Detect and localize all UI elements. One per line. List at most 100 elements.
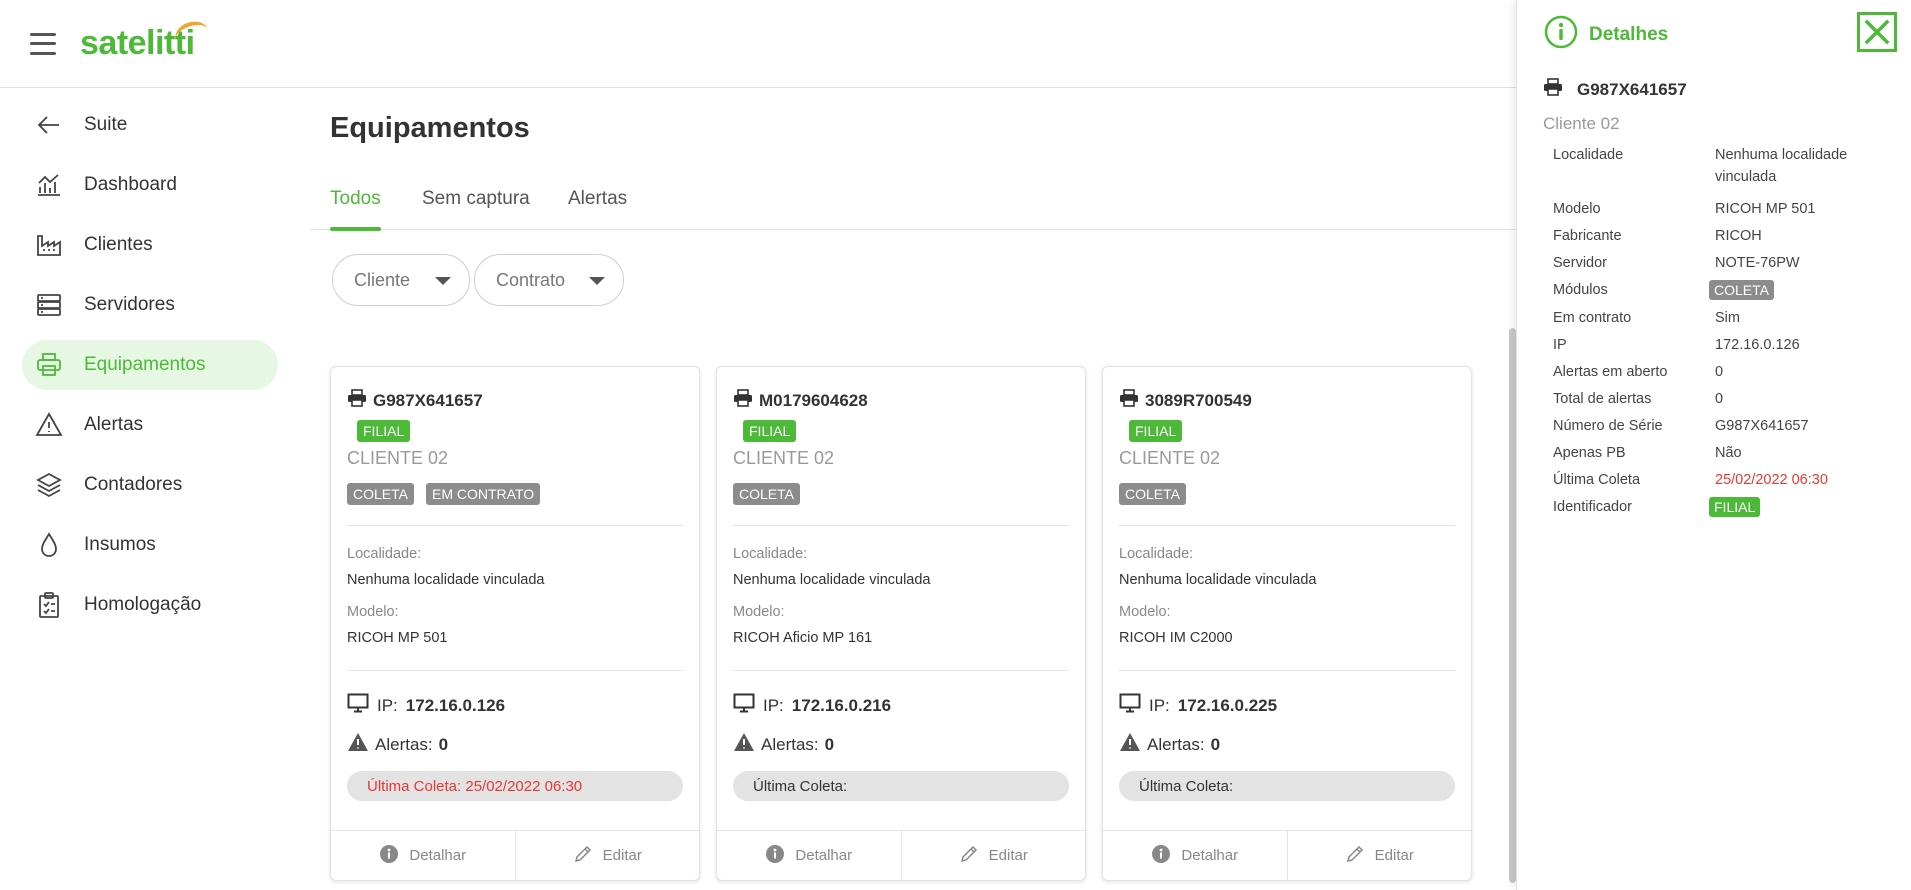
vertical-scrollbar[interactable] [1509, 328, 1516, 883]
identifier-badge: FILIAL [357, 420, 411, 442]
model-value: RICOH Aficio MP 161 [733, 630, 873, 646]
detail-row: Identificador FILIAL [1553, 496, 1893, 519]
close-panel-button[interactable] [1857, 12, 1897, 52]
sidebar-item-insumos[interactable]: Insumos [22, 520, 278, 570]
caret-down-icon [589, 277, 605, 285]
clipboard-icon [34, 590, 64, 620]
detail-key: Apenas PB [1553, 445, 1626, 461]
ip-line: IP: 172.16.0.126 [347, 693, 683, 718]
detail-row: Modelo RICOH MP 501 [1553, 198, 1893, 220]
ip-label: IP: [763, 695, 784, 715]
sidebar-item-label: Alertas [84, 414, 144, 435]
detail-key: Servidor [1553, 255, 1607, 271]
detail-value: 172.16.0.126 [1715, 337, 1800, 353]
contract-filter-dropdown[interactable]: Contrato [474, 254, 624, 306]
detail-key: Módulos [1553, 282, 1608, 298]
sidebar-item-clientes[interactable]: Clientes [22, 220, 278, 270]
card-tags: COLETA [1119, 483, 1455, 505]
model-label: Modelo: [347, 604, 399, 620]
detail-row: Servidor NOTE-76PW [1553, 252, 1893, 274]
tab-alertas[interactable]: Alertas [568, 188, 627, 230]
hamburger-menu-icon[interactable] [30, 32, 56, 55]
client-filter-dropdown[interactable]: Cliente [332, 254, 470, 306]
alerts-line: Alertas: 0 [347, 732, 683, 757]
app-root: satelitti Suite Dashboard Clientes Servidor… [0, 0, 1911, 890]
edit-button[interactable]: Editar [1286, 831, 1472, 880]
equipment-card[interactable]: 3089R700549 FILIAL CLIENTE 02 COLETA Localid… [1102, 366, 1472, 881]
warning-icon [347, 732, 369, 757]
divider [733, 670, 1069, 671]
model-value: RICOH MP 501 [347, 630, 448, 646]
caret-down-icon [435, 277, 451, 285]
detail-row: IP 172.16.0.126 [1553, 334, 1893, 356]
detail-key: Fabricante [1553, 228, 1622, 244]
detail-value: Sim [1715, 310, 1740, 326]
info-icon [379, 844, 399, 868]
tab-todos[interactable]: Todos [330, 188, 381, 231]
sidebar-item-suite[interactable]: Suite [22, 100, 278, 150]
detail-value: NOTE-76PW [1715, 255, 1800, 271]
printer-icon [347, 389, 367, 412]
details-panel-title: Detalhes [1589, 23, 1669, 45]
sidebar-item-equipamentos[interactable]: Equipamentos [22, 340, 278, 390]
details-client: Cliente 02 [1543, 114, 1620, 133]
detail-button[interactable]: Detalhar [717, 831, 901, 880]
sidebar-item-contadores[interactable]: Contadores [22, 460, 278, 510]
equipment-card[interactable]: G987X641657 FILIAL CLIENTE 02 COLETA EM CONT… [330, 366, 700, 881]
alerts-label: Alertas: [1147, 734, 1205, 754]
info-icon [765, 844, 785, 868]
printer-icon [1543, 78, 1563, 101]
card-body: 3089R700549 FILIAL CLIENTE 02 COLETA Localid… [1103, 367, 1471, 801]
monitor-icon [347, 693, 369, 718]
divider [1119, 525, 1455, 526]
last-capture-pill: Última Coleta: [1119, 771, 1455, 801]
detail-button[interactable]: Detalhar [331, 831, 515, 880]
edit-button[interactable]: Editar [514, 831, 700, 880]
card-client: CLIENTE 02 [347, 448, 449, 468]
sidebar-item-dashboard[interactable]: Dashboard [22, 160, 278, 210]
divider [1119, 670, 1455, 671]
model-value: RICOH IM C2000 [1119, 630, 1233, 646]
card-serial: G987X641657 [373, 390, 483, 410]
contract-filter-label: Contrato [496, 269, 566, 290]
edit-label: Editar [1374, 847, 1414, 864]
model-label: Modelo: [733, 604, 785, 620]
brand-logo[interactable]: satelitti [80, 17, 212, 63]
sidebar-item-alertas[interactable]: Alertas [22, 400, 278, 450]
detail-key: Alertas em aberto [1553, 364, 1668, 380]
divider [347, 525, 683, 526]
edit-label: Editar [602, 847, 642, 864]
detail-button[interactable]: Detalhar [1103, 831, 1287, 880]
ip-label: IP: [1149, 695, 1170, 715]
card-serial: 3089R700549 [1145, 390, 1252, 410]
detail-row: Fabricante RICOH [1553, 225, 1893, 247]
ip-value: 172.16.0.216 [791, 695, 892, 715]
detail-value: Não [1715, 445, 1742, 461]
detail-label: Detalhar [795, 847, 853, 864]
info-circle-icon [1543, 14, 1579, 55]
location-value: Nenhuma localidade vinculada [733, 572, 931, 588]
detail-key: Identificador [1553, 499, 1632, 515]
module-badge: COLETA [347, 483, 414, 505]
model-label: Modelo: [1119, 604, 1171, 620]
ip-line: IP: 172.16.0.225 [1119, 693, 1455, 718]
detail-value: RICOH MP 501 [1715, 201, 1816, 217]
detail-row: Alertas em aberto 0 [1553, 361, 1893, 383]
sidebar-item-homologacao[interactable]: Homologação [22, 580, 278, 630]
module-badge: COLETA [733, 483, 800, 505]
tab-sem-captura[interactable]: Sem captura [422, 188, 530, 230]
identifier-badge: FILIAL [1129, 420, 1183, 442]
detail-value: 25/02/2022 06:30 [1715, 472, 1828, 488]
sidebar-item-servidores[interactable]: Servidores [22, 280, 278, 330]
ip-line: IP: 172.16.0.216 [733, 693, 1069, 718]
equipment-card[interactable]: M0179604628 FILIAL CLIENTE 02 COLETA Localid… [716, 366, 1086, 881]
sidebar: Suite Dashboard Clientes Servidores Equipame… [0, 88, 300, 890]
pencil-icon [959, 844, 979, 868]
module-badge: COLETA [1709, 280, 1774, 300]
alerts-value: 0 [438, 734, 449, 754]
ip-value: 172.16.0.225 [1177, 695, 1278, 715]
edit-button[interactable]: Editar [900, 831, 1086, 880]
sidebar-item-label: Contadores [84, 474, 183, 495]
card-tags: COLETA [733, 483, 1069, 505]
filters: Cliente Contrato [332, 254, 624, 306]
